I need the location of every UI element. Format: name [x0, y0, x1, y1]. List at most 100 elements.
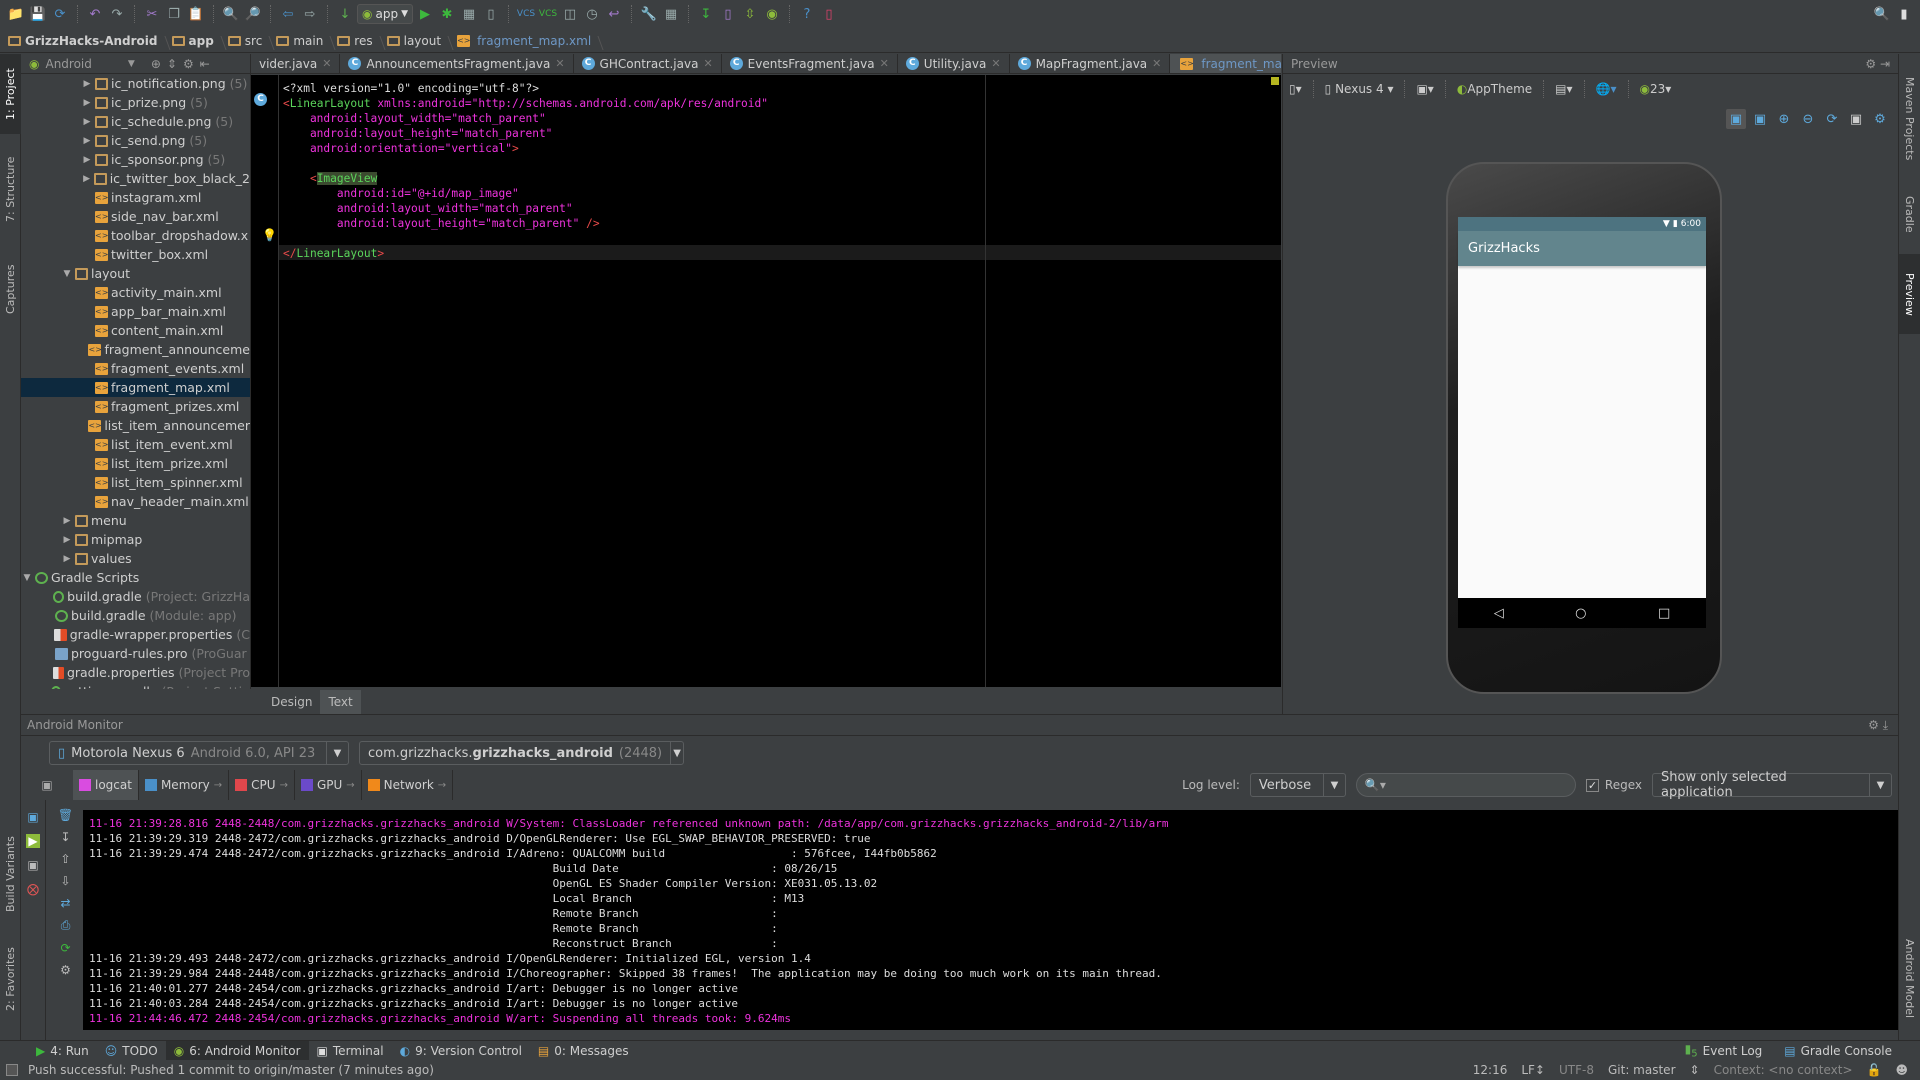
toggle-tool-buttons-icon[interactable]	[6, 1064, 18, 1076]
tree-item[interactable]: ▶ ic_send.png (5)	[21, 131, 250, 150]
pin-icon[interactable]: →	[214, 780, 222, 791]
pin-icon[interactable]: →	[346, 780, 354, 791]
tree-item[interactable]: ▼ layout	[21, 264, 250, 283]
collapse-arrow-icon[interactable]: ▶	[61, 554, 73, 564]
zoom-actual-icon[interactable]: ▣	[1750, 109, 1770, 129]
tool-window-vcs[interactable]: ◐ 9: Version Control	[392, 1041, 530, 1061]
monitor-tab-gpu[interactable]: GPU →	[295, 770, 362, 800]
gear-icon[interactable]: ⚙	[1870, 109, 1890, 129]
design-surface-icon[interactable]: ▯▾	[1289, 82, 1302, 96]
code-content[interactable]: <?xml version="1.0" encoding="utf-8"?> <L…	[283, 81, 768, 261]
gear-icon[interactable]: ⚙	[1865, 57, 1876, 71]
breadcrumb-item[interactable]: main	[276, 34, 333, 48]
tool-window-todo[interactable]: ☺ TODO	[97, 1041, 166, 1061]
tool-window-terminal[interactable]: ▣ Terminal	[309, 1041, 392, 1061]
vcs-update-icon[interactable]: VCS	[516, 4, 536, 24]
tree-item[interactable]: build.gradle (Project: GrizzHa	[21, 587, 250, 606]
tree-item[interactable]: <> nav_header_main.xml	[21, 492, 250, 511]
tree-item[interactable]: ▶ mipmap	[21, 530, 250, 549]
vcs-history-icon[interactable]: ◷	[582, 4, 602, 24]
back-icon[interactable]: ⇦	[278, 4, 298, 24]
tool-tab-android-model[interactable]: Android Model	[1899, 929, 1920, 1029]
camera-icon[interactable]: ▣	[27, 810, 38, 824]
tree-item[interactable]: <> fragment_map.xml	[21, 378, 250, 397]
tool-window-messages[interactable]: ▤ 0: Messages	[530, 1041, 637, 1061]
collapse-all-icon[interactable]: ⇕	[167, 57, 177, 71]
scroll-to-end-icon[interactable]: ↧	[60, 830, 70, 844]
vcs-branch[interactable]: Git: master	[1608, 1063, 1676, 1077]
make-project-icon[interactable]: ↓	[335, 4, 355, 24]
close-icon[interactable]: ✕	[1152, 57, 1161, 70]
tree-item[interactable]: gradle-wrapper.properties (C	[21, 625, 250, 644]
gear-icon[interactable]: ⚙	[1868, 718, 1879, 732]
logcat-output[interactable]: 11-16 21:39:28.816 2448-2448/com.grizzha…	[83, 810, 1898, 1030]
down-icon[interactable]: ⇩	[60, 874, 70, 888]
pin-icon[interactable]: →	[280, 780, 288, 791]
orientation-icon[interactable]: ▣▾	[1416, 82, 1433, 96]
redo-icon[interactable]: ↷	[107, 4, 127, 24]
breadcrumb-item[interactable]: layout	[386, 34, 451, 48]
gear-icon[interactable]: ⚙	[183, 57, 194, 71]
tree-item[interactable]: <> twitter_box.xml	[21, 245, 250, 264]
sdk-icon[interactable]: ⇳	[740, 4, 760, 24]
status-message[interactable]: Push successful: Pushed 1 commit to orig…	[28, 1063, 434, 1077]
save-icon[interactable]: 💾	[28, 4, 48, 24]
tree-item[interactable]: ▶ ic_sponsor.png (5)	[21, 150, 250, 169]
tool-tab-preview[interactable]: Preview	[1899, 254, 1920, 334]
api-level-select[interactable]: ◉23▾	[1640, 82, 1672, 96]
tree-item[interactable]: <> list_item_prize.xml	[21, 454, 250, 473]
tree-item[interactable]: <> app_bar_main.xml	[21, 302, 250, 321]
editor-tab[interactable]: C MapFragment.java ✕	[1010, 54, 1171, 73]
collapse-arrow-icon[interactable]: ▶	[81, 79, 93, 89]
project-structure-icon[interactable]: 🔧	[639, 4, 659, 24]
sdk-manager-icon[interactable]: ▦	[661, 4, 681, 24]
inspection-status-icon[interactable]	[1271, 77, 1279, 85]
locate-icon[interactable]: ⊕	[151, 57, 161, 71]
cut-icon[interactable]: ✂	[142, 4, 162, 24]
editor-tab[interactable]: C EventsFragment.java ✕	[722, 54, 898, 73]
tree-item[interactable]: build.gradle (Module: app)	[21, 606, 250, 625]
sync-icon[interactable]: ⟳	[50, 4, 70, 24]
zoom-out-icon[interactable]: ⊖	[1798, 109, 1818, 129]
tree-item[interactable]: ▼ Gradle Scripts	[21, 568, 250, 587]
code-editor[interactable]: C 💡 <?xml version="1.0" encoding="utf-8"…	[251, 75, 1281, 687]
zoom-in-icon[interactable]: ⊕	[1774, 109, 1794, 129]
gradle-sync-icon[interactable]: ↧	[696, 4, 716, 24]
open-icon[interactable]: 📁	[6, 4, 26, 24]
logcat-search-input[interactable]: 🔍▾	[1355, 773, 1576, 797]
device-select[interactable]: ▯ Motorola Nexus 6 Android 6.0, API 23 ▼	[49, 741, 349, 765]
tree-item[interactable]: proguard-rules.pro (ProGuar	[21, 644, 250, 663]
design-tab[interactable]: Design	[263, 690, 320, 714]
line-separator[interactable]: LF↕	[1521, 1063, 1545, 1077]
tree-item[interactable]: <> fragment_prizes.xml	[21, 397, 250, 416]
tool-tab-favorites[interactable]: 2: Favorites	[0, 934, 21, 1024]
system-info-icon[interactable]: ▣	[27, 858, 38, 872]
breadcrumb-item[interactable]: app	[171, 34, 224, 48]
close-icon[interactable]: ✕	[703, 57, 712, 70]
clear-log-icon[interactable]: 🗑	[58, 808, 73, 822]
zoom-to-fit-icon[interactable]: ▣	[1726, 109, 1746, 129]
tool-tab-structure[interactable]: 7: Structure	[0, 144, 21, 234]
close-icon[interactable]: ✕	[322, 57, 331, 70]
copy-icon[interactable]: ❐	[164, 4, 184, 24]
up-icon[interactable]: ⇧	[60, 852, 70, 866]
hector-icon[interactable]: ☻	[1895, 1063, 1908, 1077]
device-select[interactable]: ▯ Nexus 4 ▾	[1325, 82, 1394, 96]
screen-capture-icon[interactable]: ▣	[21, 778, 73, 792]
forward-icon[interactable]: ⇨	[300, 4, 320, 24]
replace-icon[interactable]: 🔎	[243, 4, 263, 24]
tree-item[interactable]: gradle.properties (Project Pro	[21, 663, 250, 682]
paste-icon[interactable]: 📋	[186, 4, 206, 24]
tool-tab-build-variants[interactable]: Build Variants	[0, 824, 21, 924]
camera-icon[interactable]: ▣	[1846, 109, 1866, 129]
vcs-commit-icon[interactable]: VCS	[538, 4, 558, 24]
tree-item[interactable]: ▶ ic_prize.png (5)	[21, 93, 250, 112]
pin-icon[interactable]: →	[438, 780, 446, 791]
tree-item[interactable]: ▶ values	[21, 549, 250, 568]
run-icon[interactable]: ▶	[415, 4, 435, 24]
monitor-tab-cpu[interactable]: CPU →	[229, 770, 295, 800]
tool-tab-captures[interactable]: Captures	[0, 249, 21, 329]
collapse-arrow-icon[interactable]: ▶	[61, 516, 73, 526]
tree-item[interactable]: ▶ ic_twitter_box_black_2	[21, 169, 250, 188]
log-level-select[interactable]: Verbose ▼	[1249, 773, 1346, 797]
